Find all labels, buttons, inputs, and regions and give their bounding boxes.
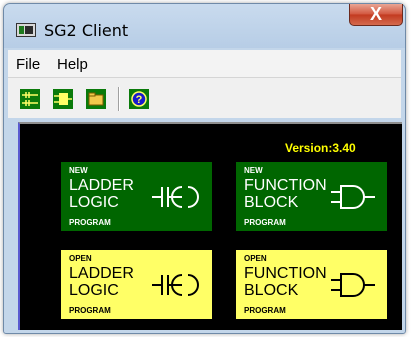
open-folder-icon[interactable]	[86, 89, 106, 109]
open-function-block-panel[interactable]: OPEN FUNCTION BLOCK PROGRAM	[236, 250, 387, 319]
function-block-icon[interactable]	[53, 89, 73, 109]
menu-file[interactable]: File	[16, 56, 40, 73]
help-icon[interactable]: ?	[129, 89, 149, 109]
app-window: SG2 Client X File Help ? Version:3.40 NE…	[3, 3, 406, 334]
close-button[interactable]: X	[349, 4, 403, 26]
ladder-logic-icon[interactable]	[20, 89, 40, 109]
panel-kind: NEW	[69, 166, 88, 175]
ladder-contact-icon	[152, 186, 199, 208]
panel-program-label: PROGRAM	[69, 306, 111, 315]
new-ladder-logic-panel[interactable]: NEW LADDER LOGIC PROGRAM	[61, 162, 212, 231]
panel-title-line1: FUNCTION	[244, 177, 327, 194]
panel-kind: OPEN	[69, 254, 92, 263]
panel-title-line2: BLOCK	[244, 282, 299, 299]
svg-text:?: ?	[136, 94, 143, 106]
toolbar-separator	[118, 87, 120, 111]
toolbar: ?	[8, 78, 401, 118]
new-function-block-panel[interactable]: NEW FUNCTION BLOCK PROGRAM	[236, 162, 387, 231]
panel-title-line1: LADDER	[69, 177, 134, 194]
main-canvas: Version:3.40 NEW LADDER LOGIC PROGRAM NE…	[18, 122, 402, 330]
panel-title-line1: FUNCTION	[244, 265, 327, 282]
title-bar[interactable]: SG2 Client X	[4, 4, 405, 48]
version-label: Version:3.40	[285, 141, 356, 155]
ladder-contact-icon	[152, 274, 199, 296]
panel-program-label: PROGRAM	[244, 218, 286, 227]
panel-kind: OPEN	[244, 254, 267, 263]
panel-title-line1: LADDER	[69, 265, 134, 282]
panel-title-line2: BLOCK	[244, 194, 299, 211]
open-ladder-logic-panel[interactable]: OPEN LADDER LOGIC PROGRAM	[61, 250, 212, 319]
panel-kind: NEW	[244, 166, 263, 175]
panel-program-label: PROGRAM	[244, 306, 286, 315]
panel-title-line2: LOGIC	[69, 194, 119, 211]
and-gate-icon	[331, 273, 375, 297]
app-icon	[16, 23, 36, 37]
window-title: SG2 Client	[44, 21, 129, 40]
panel-program-label: PROGRAM	[69, 218, 111, 227]
menu-bar: File Help	[8, 50, 401, 78]
menu-help[interactable]: Help	[57, 56, 88, 73]
panel-title-line2: LOGIC	[69, 282, 119, 299]
and-gate-icon	[331, 185, 375, 209]
